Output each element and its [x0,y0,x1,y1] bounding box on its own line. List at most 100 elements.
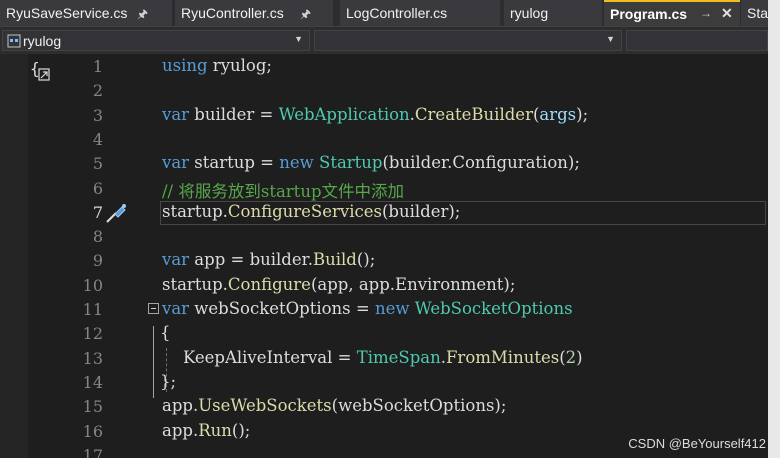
code-line[interactable]: 7 startup.ConfigureServices(builder); [0,200,768,225]
code-token: app. [162,420,199,440]
code-token: Configure [227,274,311,294]
code-text: var builder = WebApplication.CreateBuild… [162,105,588,124]
code-token: new [279,153,314,173]
vertical-scrollbar[interactable] [768,0,780,458]
watermark-text: CSDN @BeYourself412 [628,436,766,451]
line-number: 16 [82,421,103,441]
code-token: Build [312,250,357,270]
code-line[interactable]: 3 var builder = WebApplication.CreateBuil… [0,104,768,128]
code-line[interactable]: 11 var webSocketOptions = new WebSocketOp… [0,298,768,322]
code-line[interactable]: 12 { [0,322,768,346]
line-number: 17 [82,445,103,458]
code-line[interactable]: 14}; [0,371,768,395]
code-line[interactable]: 2 [0,79,768,103]
code-token: builder = [189,104,279,124]
code-line[interactable]: 6 // 将服务放到startup文件中添加 [0,177,768,201]
type-dropdown[interactable]: ▼ [314,30,622,51]
code-line[interactable]: 15 app.UseWebSockets(webSocketOptions); [0,395,768,419]
code-text: app.Run(); [162,421,250,440]
line-number: 2 [92,81,103,101]
code-token: startup. [162,274,228,294]
code-token: var [162,104,190,124]
code-line[interactable]: 13 KeepAliveInterval = TimeSpan.FromMinu… [0,347,768,371]
ide-window: RyuSaveService.cs 🖈 RyuController.cs 🖈 L… [0,0,780,458]
code-line[interactable]: 10 startup.Configure(app, app.Environment… [0,274,768,298]
code-token: (builder); [381,201,461,221]
code-token: FromMinutes [445,347,560,367]
line-number: 14 [82,372,103,392]
code-line[interactable]: 1 using ryulog; [0,55,768,79]
code-token: // 将服务放到startup文件中添加 [162,181,405,201]
code-token: CreateBuilder [414,104,533,124]
tab-label: ryulog [510,5,549,21]
tab-label: Program.cs [610,6,688,22]
code-token: WebSocketOptions [414,299,573,318]
tab-label: RyuController.cs [181,5,284,21]
code-line[interactable]: 5 var startup = new Startup(builder.Confi… [0,152,768,176]
code-token: app = builder. [189,250,313,270]
code-token: (); [356,250,376,270]
code-text: var app = builder.Build(); [162,250,375,269]
chevron-down-icon: ▼ [606,34,615,44]
line-number: 1 [92,57,103,76]
line-number: 8 [92,227,103,247]
pin-icon[interactable]: → [700,6,712,20]
code-token: UseWebSockets [198,396,332,416]
tab-ryulog[interactable]: ryulog [504,0,602,26]
chevron-down-icon: ▼ [294,34,303,44]
line-number: 10 [82,275,103,295]
code-token: 2 [565,347,577,367]
line-number: 9 [92,251,103,271]
pin-icon[interactable]: 🖈 [137,5,148,26]
code-token: var [162,153,190,173]
code-token: webSocketOptions = [189,299,375,318]
document-tab-bar: RyuSaveService.cs 🖈 RyuController.cs 🖈 L… [0,0,768,26]
code-token: app. [162,396,199,416]
code-line[interactable]: 4 [0,128,768,152]
project-dropdown[interactable]: ryulog ▼ [2,30,310,51]
line-number: 6 [92,178,103,198]
code-line[interactable]: 9 var app = builder.Build(); [0,249,768,273]
code-text: var startup = new Startup(builder.Config… [162,153,580,172]
code-token: ConfigureServices [227,201,382,221]
tab-label: Sta [747,5,768,21]
close-icon[interactable]: ✕ [721,5,733,22]
code-token: Startup [319,153,383,173]
code-token: (builder.Configuration); [382,153,580,173]
code-text: var webSocketOptions = new WebSocketOpti… [162,299,573,318]
project-icon [7,34,21,47]
line-number: 12 [82,324,103,344]
code-text: { [160,323,171,342]
line-number: 13 [82,348,103,368]
quick-actions-screwdriver-icon[interactable] [104,201,130,225]
line-number: 15 [82,397,103,417]
tab-program[interactable]: Program.cs → ✕ [604,0,740,26]
navigation-bar: ryulog ▼ ▼ [0,26,768,54]
line-number: 4 [92,129,103,149]
member-dropdown[interactable] [626,30,768,51]
tab-ryusaveservice[interactable]: RyuSaveService.cs 🖈 [0,0,172,26]
code-token: using [162,56,208,75]
code-text: // 将服务放到startup文件中添加 [162,178,404,202]
line-number: 7 [92,202,103,222]
code-text: app.UseWebSockets(webSocketOptions); [162,396,506,415]
code-token: args [539,104,577,124]
tab-overflow[interactable]: Sta [741,0,768,26]
code-editor[interactable]: { 1 using ryulog; 2 3 var builder = WebAppli… [0,54,768,458]
line-number: 11 [82,300,103,319]
code-token: ) [576,347,583,367]
code-token: ); [576,104,589,124]
code-text: startup.ConfigureServices(builder); [162,202,460,221]
code-token: Run [198,420,232,440]
code-token: startup = [189,153,280,173]
code-token: (); [231,420,251,440]
code-token: { [160,323,171,343]
pin-icon[interactable]: 🖈 [300,5,311,26]
code-token: var [162,299,190,318]
tab-label: RyuSaveService.cs [6,5,128,21]
code-text: startup.Configure(app, app.Environment); [162,275,515,294]
tab-ryucontroller[interactable]: RyuController.cs 🖈 [175,0,333,26]
collapse-toggle[interactable] [148,303,159,314]
code-line[interactable]: 8 [0,225,768,249]
tab-logcontroller[interactable]: LogController.cs [340,0,500,26]
